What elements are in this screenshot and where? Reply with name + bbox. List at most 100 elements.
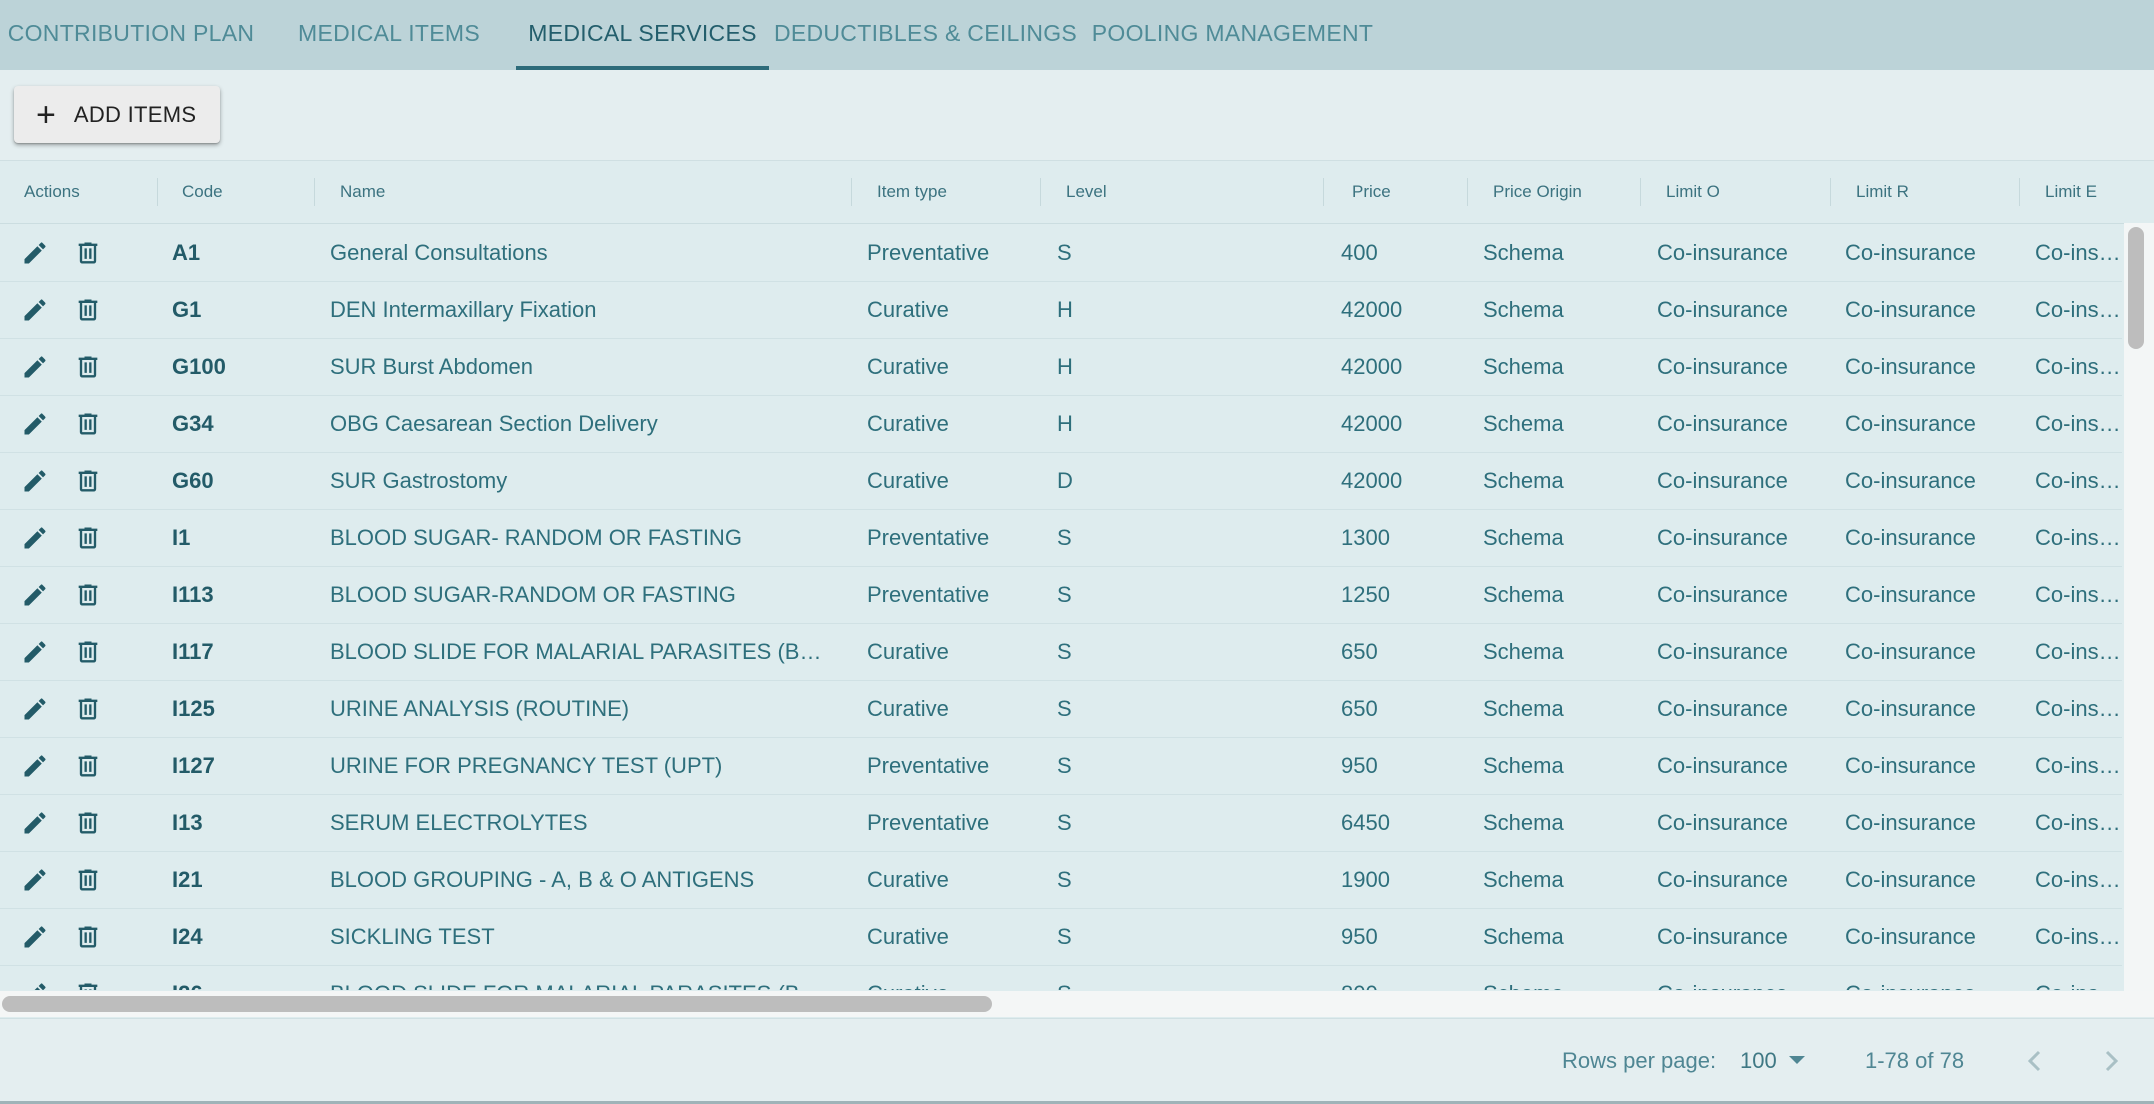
delete-trash-icon[interactable] [74, 410, 102, 438]
next-page-icon[interactable] [2096, 1046, 2126, 1076]
tab-medical-services[interactable]: MEDICAL SERVICES [516, 0, 769, 70]
tab-pooling-management[interactable]: POOLING MANAGEMENT [1082, 0, 1383, 68]
edit-pencil-icon[interactable] [21, 752, 49, 780]
tab-deductibles-ceilings[interactable]: DEDUCTIBLES & CEILINGS [769, 0, 1082, 68]
delete-trash-icon[interactable] [74, 353, 102, 381]
vertical-scrollbar-thumb[interactable] [2128, 227, 2144, 349]
edit-pencil-icon[interactable] [21, 239, 49, 267]
column-separator[interactable] [2019, 178, 2020, 206]
column-header-code[interactable]: Code [182, 161, 223, 223]
table-row[interactable]: I24 SICKLING TEST Curative S 950 Schema Co-ins… [0, 908, 2122, 966]
edit-pencil-icon[interactable] [21, 809, 49, 837]
column-header-limit-r[interactable]: Limit R [1856, 161, 1909, 223]
column-separator[interactable] [1640, 178, 1641, 206]
cell-name: DEN Intermaxillary Fixation [330, 297, 597, 322]
edit-pencil-icon[interactable] [21, 980, 49, 990]
delete-trash-icon[interactable] [74, 524, 102, 552]
cell-limit-e: Co-insurance [2035, 867, 2122, 892]
table-row[interactable]: G1 DEN Intermaxillary Fixation Curative H 42… [0, 281, 2122, 339]
delete-trash-icon[interactable] [74, 866, 102, 894]
cell-limit-r: Co-insurance [1845, 810, 1976, 835]
cell-code: G34 [172, 411, 214, 436]
tab-contribution-plan[interactable]: CONTRIBUTION PLAN [0, 0, 262, 68]
horizontal-scrollbar-thumb[interactable] [2, 996, 992, 1012]
column-separator[interactable] [1830, 178, 1831, 206]
table-row[interactable]: I21 BLOOD GROUPING - A, B & O ANTIGENS Cur… [0, 851, 2122, 909]
delete-trash-icon[interactable] [74, 695, 102, 723]
cell-code: I127 [172, 753, 215, 778]
column-separator[interactable] [851, 178, 852, 206]
column-separator[interactable] [1323, 178, 1324, 206]
edit-pencil-icon[interactable] [21, 581, 49, 609]
add-items-button[interactable]: + ADD ITEMS [14, 86, 220, 143]
cell-item-type: Preventative [867, 525, 990, 550]
cell-name: General Consultations [330, 240, 548, 265]
rows-per-page-select[interactable]: 100 [1738, 1019, 1808, 1103]
delete-trash-icon[interactable] [74, 296, 102, 324]
cell-code: I21 [172, 867, 203, 892]
cell-level: S [1057, 867, 1072, 892]
edit-pencil-icon[interactable] [21, 638, 49, 666]
delete-trash-icon[interactable] [74, 581, 102, 609]
table-row[interactable]: G60 SUR Gastrostomy Curative D 42000 Schema Co… [0, 452, 2122, 510]
table-row[interactable]: I127 URINE FOR PREGNANCY TEST (UPT) Preven… [0, 737, 2122, 795]
tab-medical-items[interactable]: MEDICAL ITEMS [262, 0, 516, 68]
cell-level: S [1057, 753, 1072, 778]
delete-trash-icon[interactable] [74, 752, 102, 780]
column-header-level[interactable]: Level [1066, 161, 1107, 223]
cell-price: 950 [1341, 753, 1378, 778]
column-header-name[interactable]: Name [340, 161, 385, 223]
cell-price: 400 [1341, 240, 1378, 265]
cell-price-origin: Schema [1483, 696, 1564, 721]
edit-pencil-icon[interactable] [21, 524, 49, 552]
column-header-limit-o[interactable]: Limit O [1666, 161, 1720, 223]
table-row[interactable]: I13 SERUM ELECTROLYTES Preventative S 6450 Sc… [0, 794, 2122, 852]
cell-item-type: Curative [867, 924, 949, 949]
edit-pencil-icon[interactable] [21, 923, 49, 951]
edit-pencil-icon[interactable] [21, 410, 49, 438]
table-row[interactable]: I125 URINE ANALYSIS (ROUTINE) Curative S 650… [0, 680, 2122, 738]
column-separator[interactable] [314, 178, 315, 206]
column-header-price-origin[interactable]: Price Origin [1493, 161, 1582, 223]
pagination-range: 1-78 of 78 [1865, 1048, 1965, 1073]
edit-pencil-icon[interactable] [21, 353, 49, 381]
cell-limit-o: Co-insurance [1657, 753, 1788, 778]
delete-trash-icon[interactable] [74, 638, 102, 666]
table-row[interactable]: I1 BLOOD SUGAR- RANDOM OR FASTING Preventa… [0, 509, 2122, 567]
cell-item-type: Curative [867, 354, 949, 379]
delete-trash-icon[interactable] [74, 467, 102, 495]
table-row[interactable]: I113 BLOOD SUGAR-RANDOM OR FASTING Prevent… [0, 566, 2122, 624]
cell-limit-e: Co-insurance [2035, 297, 2122, 322]
table-row[interactable]: G34 OBG Caesarean Section Delivery Curativ… [0, 395, 2122, 453]
edit-pencil-icon[interactable] [21, 695, 49, 723]
cell-level: S [1057, 696, 1072, 721]
cell-limit-o: Co-insurance [1657, 867, 1788, 892]
table-row[interactable]: A1 General Consultations Preventative S 400 S… [0, 224, 2122, 282]
column-header-item-type[interactable]: Item type [877, 161, 947, 223]
column-separator[interactable] [1040, 178, 1041, 206]
table-body: A1 General Consultations Preventative S 400 S… [0, 224, 2122, 990]
cell-limit-e: Co-insurance [2035, 696, 2122, 721]
table-row[interactable]: G100 SUR Burst Abdomen Curative H 42000 Schem… [0, 338, 2122, 396]
edit-pencil-icon[interactable] [21, 866, 49, 894]
column-header-limit-e[interactable]: Limit E [2045, 161, 2097, 223]
cell-price: 42000 [1341, 297, 1403, 322]
table-header: Actions Code Name Item type Level Price … [0, 161, 2154, 224]
rows-per-page-label: Rows per page: [1562, 1048, 1717, 1073]
delete-trash-icon[interactable] [74, 809, 102, 837]
table-row[interactable]: I117 BLOOD SLIDE FOR MALARIAL PARASITES (… [0, 623, 2122, 681]
column-header-price[interactable]: Price [1352, 161, 1391, 223]
delete-trash-icon[interactable] [74, 980, 102, 990]
cell-limit-e: Co-insurance [2035, 810, 2122, 835]
edit-pencil-icon[interactable] [21, 467, 49, 495]
delete-trash-icon[interactable] [74, 239, 102, 267]
edit-pencil-icon[interactable] [21, 296, 49, 324]
previous-page-icon[interactable] [2020, 1046, 2050, 1076]
delete-trash-icon[interactable] [74, 923, 102, 951]
cell-limit-o: Co-insurance [1657, 810, 1788, 835]
cell-level: S [1057, 965, 1307, 990]
table-row[interactable]: I26 BLOOD SLIDE FOR MALARIAL PARASITES (B… [0, 965, 2122, 990]
column-separator[interactable] [1467, 178, 1468, 206]
column-separator[interactable] [157, 178, 158, 206]
cell-limit-r: Co-insurance [1845, 468, 1976, 493]
